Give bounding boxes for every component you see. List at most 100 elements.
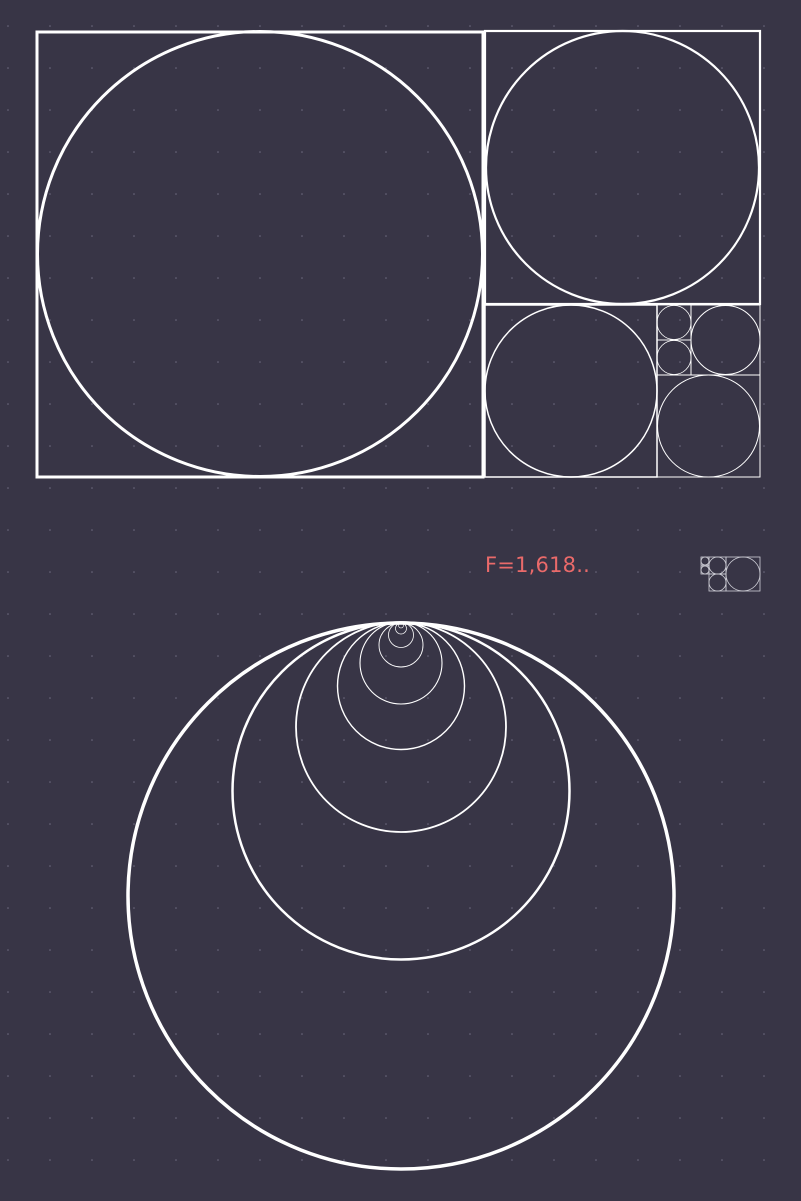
- grid-dot: [259, 193, 261, 195]
- grid-dot: [511, 487, 513, 489]
- grid-dot: [595, 865, 597, 867]
- grid-dot: [259, 1033, 261, 1035]
- grid-dot: [91, 403, 93, 405]
- grid-dot: [49, 487, 51, 489]
- grid-dot: [175, 1159, 177, 1161]
- grid-dot: [385, 907, 387, 909]
- grid-dot: [259, 277, 261, 279]
- grid-dot: [385, 949, 387, 951]
- grid-dot: [763, 109, 765, 111]
- grid-dot: [49, 991, 51, 993]
- grid-dot: [637, 193, 639, 195]
- grid-dot: [301, 445, 303, 447]
- grid-dot: [427, 949, 429, 951]
- grid-dot: [175, 571, 177, 573]
- grid-dot: [763, 949, 765, 951]
- grid-dot: [7, 949, 9, 951]
- grid-dot: [175, 235, 177, 237]
- grid-dot: [259, 823, 261, 825]
- grid-dot: [301, 571, 303, 573]
- grid-dot: [259, 991, 261, 993]
- grid-dot: [427, 991, 429, 993]
- grid-dot: [679, 781, 681, 783]
- grid-dot: [91, 1033, 93, 1035]
- grid-dot: [301, 907, 303, 909]
- grid-dot: [427, 1159, 429, 1161]
- grid-dot: [595, 487, 597, 489]
- grid-dot: [49, 949, 51, 951]
- grid-dot: [679, 1117, 681, 1119]
- golden-ratio-diagram: [0, 0, 801, 1201]
- grid-dot: [469, 655, 471, 657]
- grid-dot: [427, 67, 429, 69]
- grid-dot: [469, 1117, 471, 1119]
- grid-dot: [595, 529, 597, 531]
- grid-dot: [385, 361, 387, 363]
- grid-dot: [133, 907, 135, 909]
- grid-dot: [385, 697, 387, 699]
- grid-dot: [469, 193, 471, 195]
- grid-dot: [427, 1033, 429, 1035]
- grid-dot: [637, 487, 639, 489]
- grid-dot: [217, 109, 219, 111]
- grid-dot: [553, 823, 555, 825]
- grid-dot: [721, 907, 723, 909]
- grid-dot: [679, 865, 681, 867]
- grid-dot: [259, 571, 261, 573]
- grid-dot: [427, 445, 429, 447]
- grid-dot: [301, 151, 303, 153]
- grid-dot: [679, 25, 681, 27]
- grid-dot: [301, 991, 303, 993]
- grid-dot: [49, 361, 51, 363]
- grid-dot: [595, 193, 597, 195]
- grid-dot: [91, 193, 93, 195]
- grid-dot: [343, 445, 345, 447]
- grid-dot: [259, 529, 261, 531]
- grid-dot: [343, 193, 345, 195]
- grid-dot: [49, 193, 51, 195]
- grid-dot: [385, 319, 387, 321]
- grid-dot: [427, 529, 429, 531]
- grid-dot: [133, 151, 135, 153]
- grid-dot: [595, 67, 597, 69]
- grid-dot: [133, 445, 135, 447]
- grid-dot: [385, 781, 387, 783]
- grid-dot: [637, 823, 639, 825]
- grid-dot: [721, 991, 723, 993]
- grid-dot: [721, 865, 723, 867]
- grid-dot: [259, 319, 261, 321]
- grid-dot: [91, 445, 93, 447]
- grid-dot: [133, 1117, 135, 1119]
- grid-dot: [679, 1033, 681, 1035]
- grid-dot: [133, 613, 135, 615]
- grid-dot: [763, 1033, 765, 1035]
- grid-dot: [679, 235, 681, 237]
- grid-dot: [763, 235, 765, 237]
- grid-dot: [91, 907, 93, 909]
- grid-dot: [259, 487, 261, 489]
- grid-dot: [427, 613, 429, 615]
- grid-dot: [175, 823, 177, 825]
- grid-dot: [637, 991, 639, 993]
- grid-dot: [427, 781, 429, 783]
- grid-dot: [7, 25, 9, 27]
- grid-dot: [553, 235, 555, 237]
- grid-dot: [91, 823, 93, 825]
- grid-dot: [721, 655, 723, 657]
- grid-dot: [7, 865, 9, 867]
- grid-dot: [721, 277, 723, 279]
- grid-dot: [511, 529, 513, 531]
- grid-dot: [91, 739, 93, 741]
- grid-dot: [259, 151, 261, 153]
- grid-dot: [553, 193, 555, 195]
- grid-dot: [553, 949, 555, 951]
- grid-dot: [7, 1117, 9, 1119]
- grid-dot: [427, 277, 429, 279]
- grid-dot: [385, 445, 387, 447]
- grid-dot: [511, 655, 513, 657]
- grid-dot: [721, 487, 723, 489]
- grid-dot: [133, 865, 135, 867]
- grid-dot: [595, 907, 597, 909]
- grid-dot: [7, 1075, 9, 1077]
- grid-dot: [469, 991, 471, 993]
